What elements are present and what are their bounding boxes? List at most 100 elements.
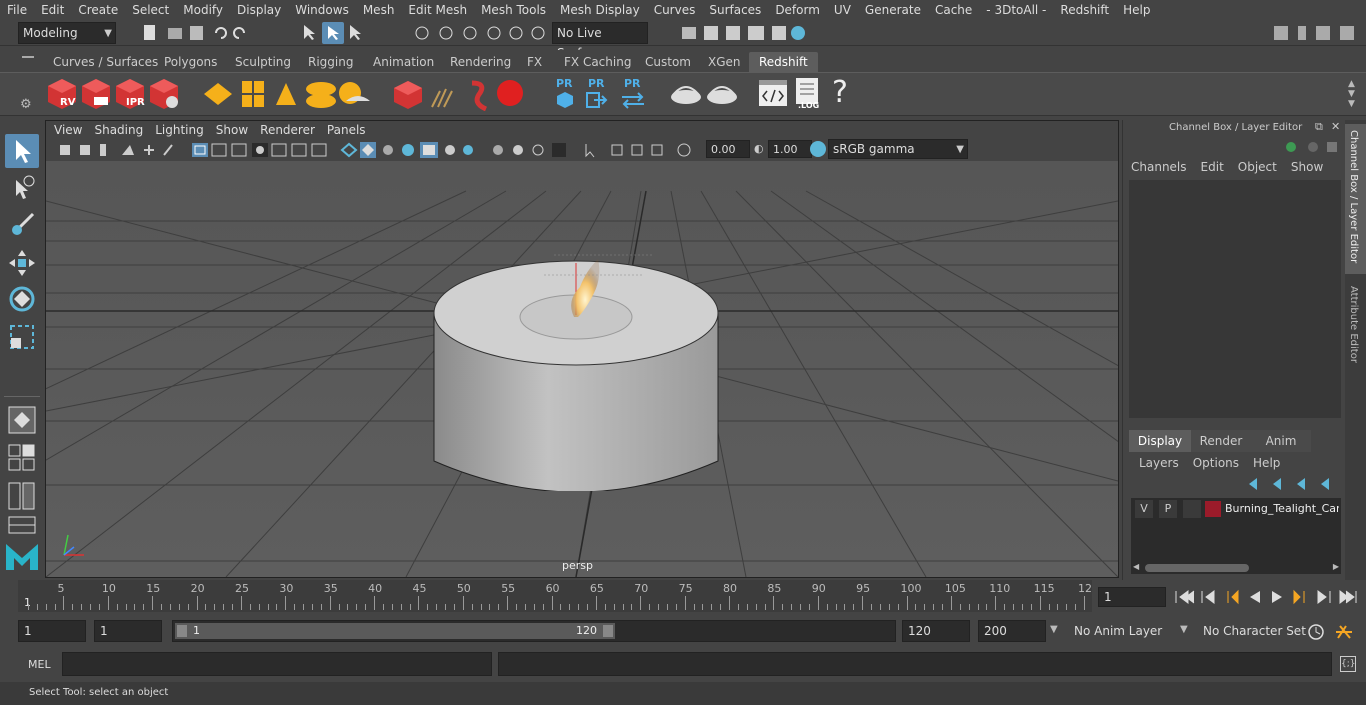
ipr-button[interactable]: IPR (114, 77, 146, 111)
batch-render-button[interactable] (80, 77, 112, 111)
anim-layer-label[interactable]: No Anim Layer (1074, 624, 1162, 638)
vp-menu-view[interactable]: View (54, 123, 90, 137)
gear-icon[interactable]: ⚙ (20, 97, 32, 112)
menu-curves[interactable]: Curves (647, 0, 703, 20)
scale-tool-icon[interactable] (5, 320, 39, 354)
layer-name[interactable]: Burning_Tealight_Can (1225, 500, 1339, 518)
gamma-field[interactable]: 1.00 (768, 140, 812, 158)
paint-tool-icon[interactable] (5, 208, 39, 242)
playback-controls[interactable] (1172, 588, 1362, 606)
proxy-export-button[interactable]: PR (552, 77, 578, 111)
workspace-icons[interactable] (1270, 23, 1366, 43)
layout-four-icon[interactable] (8, 444, 36, 472)
anim-prefs-icons[interactable] (1306, 622, 1362, 642)
layout-stack-icon[interactable] (8, 516, 36, 534)
tab-xgen[interactable]: XGen (702, 52, 747, 72)
scroll-left-icon[interactable]: ◀ (1133, 562, 1139, 571)
vp-menu-panels[interactable]: Panels (327, 123, 374, 137)
character-set-label[interactable]: No Character Set (1203, 624, 1306, 638)
range-slider[interactable]: 1 120 (172, 620, 896, 642)
viewport-toolbar-icons[interactable] (56, 141, 696, 159)
log-button[interactable]: .LOG (794, 77, 824, 111)
selection-mode-icons[interactable] (298, 22, 368, 44)
help-question-icon[interactable]: ? (832, 75, 848, 110)
command-language-label[interactable]: MEL (28, 658, 51, 671)
channel-list[interactable] (1129, 180, 1341, 418)
tab-channel-box-layer-editor[interactable]: Channel Box / Layer Editor (1345, 124, 1366, 274)
cb-menu-object[interactable]: Object (1238, 160, 1277, 174)
menu-generate[interactable]: Generate (858, 0, 928, 20)
tealight-candle-model[interactable] (426, 251, 726, 491)
layer-playback-toggle[interactable]: P (1159, 500, 1177, 518)
menu-create[interactable]: Create (71, 0, 125, 20)
vp-menu-show[interactable]: Show (216, 123, 256, 137)
layer-color-swatch[interactable] (1205, 501, 1221, 517)
snap-icons[interactable] (412, 23, 548, 43)
rotate-tool-icon[interactable] (5, 282, 39, 316)
menu-uv[interactable]: UV (827, 0, 858, 20)
layer-menu-options[interactable]: Options (1193, 456, 1239, 470)
tab-sculpting[interactable]: Sculpting (229, 52, 297, 72)
tab-curves-surfaces[interactable]: Curves / Surfaces (47, 52, 164, 72)
layer-menu-help[interactable]: Help (1253, 456, 1280, 470)
menu-select[interactable]: Select (125, 0, 176, 20)
live-surface-field[interactable]: No Live Surface (552, 22, 648, 60)
proxy-swap-button[interactable]: PR (618, 77, 648, 111)
redshift-object-icons[interactable] (392, 77, 532, 111)
menu-mesh-tools[interactable]: Mesh Tools (474, 0, 553, 20)
layer-row[interactable]: V P Burning_Tealight_Can (1133, 500, 1339, 518)
script-editor-icon[interactable]: {;} (1340, 656, 1356, 672)
tab-render[interactable]: Render (1191, 430, 1251, 452)
cb-menu-channels[interactable]: Channels (1131, 160, 1187, 174)
viewport-canvas[interactable]: persp (46, 161, 1118, 577)
render-view-button[interactable]: RV (46, 77, 78, 111)
tab-animation[interactable]: Animation (367, 52, 440, 72)
color-space-dropdown[interactable]: sRGB gamma ▼ (828, 139, 968, 159)
tab-attribute-editor[interactable]: Attribute Editor (1345, 280, 1366, 380)
mode-selector[interactable]: Modeling ▼ (18, 22, 116, 44)
menu-mesh-display[interactable]: Mesh Display (553, 0, 647, 20)
range-handle-right[interactable] (603, 625, 613, 637)
channelbox-options-icons[interactable] (1283, 138, 1339, 156)
layer-action-icons[interactable] (1245, 476, 1337, 492)
redshift-light-icons[interactable] (200, 77, 380, 111)
timeline-track[interactable]: 1 5 10 15 20 25 30 35 40 45 50 55 60 65 70 75 80 85 90 95 1… (18, 580, 1092, 612)
tab-rendering[interactable]: Rendering (444, 52, 517, 72)
select-tool-button[interactable] (5, 134, 39, 168)
cb-menu-show[interactable]: Show (1291, 160, 1323, 174)
render-view-icons[interactable] (680, 23, 810, 43)
menu-deform[interactable]: Deform (768, 0, 827, 20)
layer-visibility-toggle[interactable]: V (1135, 500, 1153, 518)
tab-fx[interactable]: FX (521, 52, 548, 72)
cb-menu-edit[interactable]: Edit (1201, 160, 1224, 174)
character-set-chevron-icon[interactable]: ▼ (1180, 624, 1188, 635)
tab-polygons[interactable]: Polygons (158, 52, 223, 72)
vp-menu-shading[interactable]: Shading (94, 123, 151, 137)
file-tools-icons[interactable] (140, 23, 260, 43)
current-frame-field[interactable]: 1 (1098, 587, 1166, 607)
scroll-right-icon[interactable]: ▶ (1333, 562, 1339, 571)
color-management-icon[interactable] (810, 141, 826, 157)
anim-layer-chevron-icon[interactable]: ▼ (1050, 624, 1058, 635)
menu-file[interactable]: File (0, 0, 34, 20)
command-input[interactable] (62, 652, 492, 676)
menu-cache[interactable]: Cache (928, 0, 979, 20)
close-icon[interactable]: ✕ (1331, 120, 1340, 133)
layout-single-icon[interactable] (8, 406, 36, 434)
tab-display[interactable]: Display (1129, 430, 1191, 452)
shelf-scroll-arrows-icon[interactable]: ▲ ▼ ▼ (1348, 79, 1355, 109)
panel-float-icon[interactable]: ⧉ (1315, 120, 1323, 134)
tab-redshift[interactable]: Redshift (749, 52, 818, 72)
shelf-menu-icon[interactable] (22, 56, 34, 58)
tab-custom[interactable]: Custom (639, 52, 697, 72)
tab-fx-caching[interactable]: FX Caching (558, 52, 637, 72)
range-end-field[interactable]: 200 (978, 620, 1046, 642)
layer-type-toggle[interactable] (1183, 500, 1201, 518)
layer-scrollbar[interactable]: ◀ ▶ (1131, 562, 1341, 574)
render-settings-button[interactable] (148, 77, 180, 111)
playback-end-field[interactable]: 120 (902, 620, 970, 642)
menu-mesh[interactable]: Mesh (356, 0, 402, 20)
layout-two-icon[interactable] (8, 482, 36, 510)
menu-modify[interactable]: Modify (176, 0, 230, 20)
menu-3dtoall[interactable]: - 3DtoAll - (979, 0, 1053, 20)
